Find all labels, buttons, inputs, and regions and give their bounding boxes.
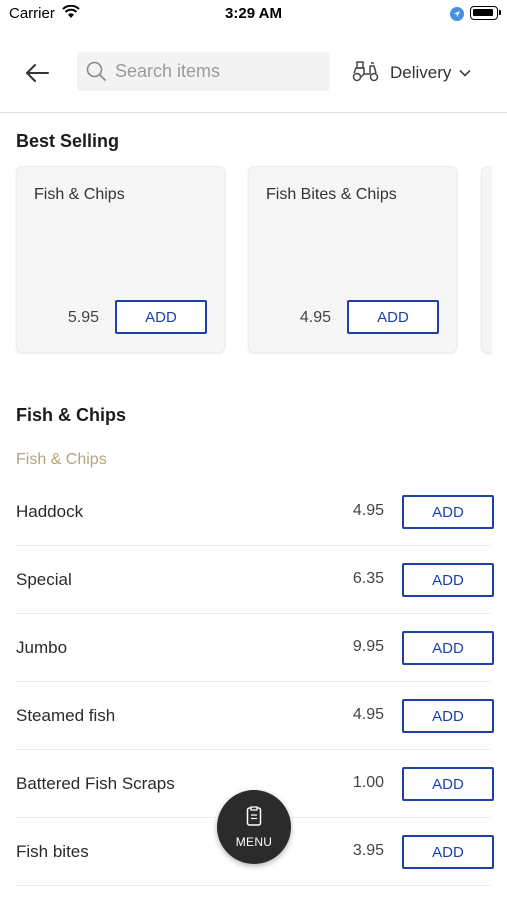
item-price: 1.00 <box>352 774 384 791</box>
item-name: Special <box>16 570 72 589</box>
item-price: 3.95 <box>352 842 384 859</box>
list-item[interactable]: Jumbo 9.95 ADD <box>0 614 507 682</box>
add-button[interactable]: ADD <box>347 300 439 334</box>
location-arrow-icon <box>450 7 464 26</box>
item-price: 4.95 <box>352 706 384 723</box>
search-input[interactable] <box>115 52 320 91</box>
item-price: 9.95 <box>352 638 384 655</box>
scooter-icon <box>352 60 380 87</box>
add-button[interactable]: ADD <box>115 300 207 334</box>
best-selling-title: Best Selling <box>16 131 120 151</box>
menu-button[interactable]: MENU <box>217 790 291 864</box>
card-price: 5.95 <box>67 309 99 326</box>
best-selling-card[interactable]: Fish Bites & Chips 4.95 ADD <box>248 166 457 353</box>
menu-icon <box>246 805 262 831</box>
delivery-label: Delivery <box>390 63 452 82</box>
item-name: Steamed fish <box>16 706 116 725</box>
best-selling-card[interactable]: Fish & Chips 5.95 ADD <box>16 166 225 353</box>
list-item[interactable]: Haddock 4.95 ADD <box>0 478 507 546</box>
item-name: Battered Fish Scraps <box>16 774 175 793</box>
card-name: Fish & Chips <box>34 186 125 203</box>
item-price: 6.35 <box>352 570 384 587</box>
delivery-selector[interactable]: Delivery <box>352 56 471 90</box>
add-button[interactable]: ADD <box>402 631 494 665</box>
header: Delivery <box>0 38 507 113</box>
best-selling-carousel[interactable]: Fish & Chips 5.95 ADD Fish Bites & Chips… <box>0 166 492 356</box>
status-bar: Carrier 3:29 AM <box>0 0 507 28</box>
battery-icon <box>470 6 501 20</box>
menu-label: MENU <box>235 834 273 849</box>
add-button[interactable]: ADD <box>402 495 494 529</box>
list-item[interactable]: Special 6.35 ADD <box>0 546 507 614</box>
add-button[interactable]: ADD <box>402 767 494 801</box>
item-name: Jumbo <box>16 638 68 657</box>
add-button[interactable]: ADD <box>402 699 494 733</box>
item-name: Haddock <box>16 502 84 521</box>
card-price: 4.95 <box>299 309 331 326</box>
add-button[interactable]: ADD <box>402 835 494 869</box>
item-price: 4.95 <box>352 502 384 519</box>
chevron-down-icon <box>459 64 471 82</box>
search-box[interactable] <box>77 52 330 91</box>
category-title: Fish & Chips <box>16 405 127 425</box>
search-icon <box>86 61 106 86</box>
item-name: Fish bites <box>16 842 89 861</box>
add-button[interactable]: ADD <box>402 563 494 597</box>
list-item[interactable]: Steamed fish 4.95 ADD <box>0 682 507 750</box>
back-arrow-icon <box>26 64 49 82</box>
card-name: Fish Bites & Chips <box>266 186 397 203</box>
clock: 3:29 AM <box>225 5 282 22</box>
back-button[interactable] <box>20 56 54 90</box>
category-subtitle: Fish & Chips <box>16 451 107 468</box>
best-selling-card-partial[interactable] <box>481 166 492 353</box>
